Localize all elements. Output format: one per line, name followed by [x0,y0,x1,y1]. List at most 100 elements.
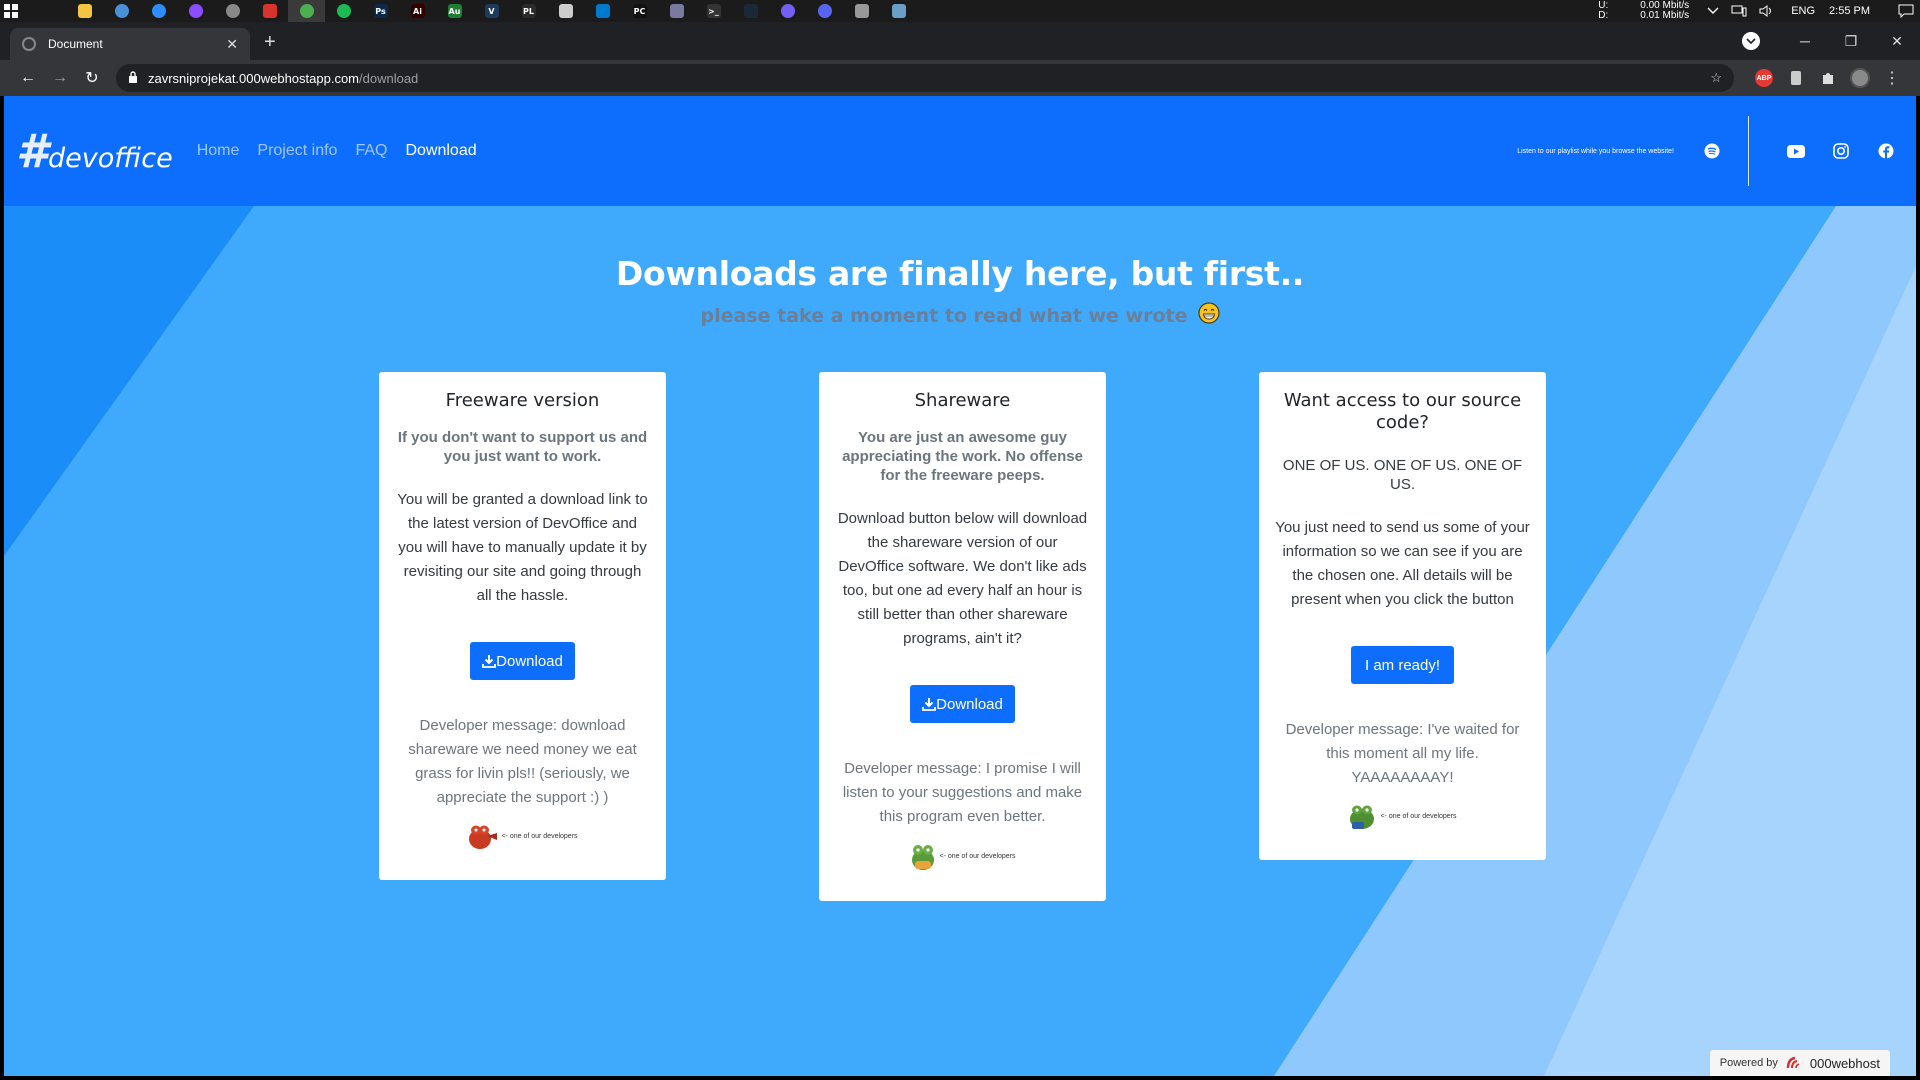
sad-frog-developer-image [1350,805,1375,829]
card-title: Shareware [914,390,1011,411]
powered-by-badge[interactable]: Powered by 000webhost [1709,1050,1890,1076]
app-cursor-taskbar-icon[interactable] [547,0,584,22]
network-speed: U: D: 0.00 Mbit/s 0.01 Mbit/s [1598,1,1689,21]
app-bar-taskbar-icon[interactable] [658,0,695,22]
card-title: Freeware version [445,390,600,411]
freeware-download-button[interactable]: Download [470,642,575,680]
terminal-icon: >_ [706,4,721,18]
address-bar[interactable]: zavrsniprojekat.000webhostapp.com/downlo… [116,64,1734,92]
tab-close-icon[interactable]: ✕ [226,36,238,53]
notifications-icon[interactable] [1898,4,1914,18]
system-tray: U: D: 0.00 Mbit/s 0.01 Mbit/s ENG 2:55 PM [1598,0,1920,22]
nav-project-info[interactable]: Project info [257,142,337,160]
url-path: /download [359,70,419,86]
chevron-up-icon[interactable] [1707,7,1719,15]
download-speed: 0.01 Mbit/s [1640,10,1690,21]
chrome-icon [299,4,314,18]
pycharm-taskbar-icon[interactable]: PC [621,0,658,22]
vscode-taskbar-icon[interactable] [584,0,621,22]
tab-search-icon[interactable] [1742,32,1760,50]
developer-image-row: <- one of our developers [835,841,1090,901]
adblock-plus-icon[interactable]: ABP [1748,69,1780,87]
card-lead: You are just an awesome guy appreciating… [842,429,1083,484]
app-cursor-icon [558,4,573,18]
app-blue-circle-taskbar-icon[interactable] [103,0,140,22]
viber-taskbar-icon[interactable] [769,0,806,22]
app-green-icon: Au [447,4,462,18]
close-window-icon[interactable]: ✕ [1874,33,1920,50]
facebook-icon[interactable] [1870,135,1902,167]
spotify-icon[interactable] [1696,135,1728,167]
vscode-icon [595,4,610,18]
bookmark-star-icon[interactable]: ☆ [1710,70,1722,86]
illustrator-taskbar-icon[interactable]: Ai [399,0,436,22]
zoom-icon [151,4,166,18]
app-green-taskbar-icon[interactable]: Au [436,0,473,22]
taskbar-apps: Ps Ai Au V PL PC >_ [66,0,917,22]
nav-faq[interactable]: FAQ [355,142,387,160]
spotify-taskbar-icon[interactable] [325,0,362,22]
restore-icon[interactable]: ❐ [1828,33,1874,50]
navbar-divider [1748,116,1749,186]
illustrator-icon: Ai [410,4,425,18]
minimize-icon[interactable]: ─ [1782,33,1828,49]
card-title: Want access to our source code? [1283,390,1522,433]
clock[interactable]: 2:55 PM [1829,5,1870,17]
browser-tab[interactable]: Document ✕ [10,28,250,60]
app-game-taskbar-icon[interactable] [843,0,880,22]
chrome-taskbar-icon[interactable] [288,0,325,22]
steam-taskbar-icon[interactable] [732,0,769,22]
forward-icon[interactable]: → [44,64,76,92]
webhost-brand: 000webhost [1809,1055,1880,1071]
developer-caption: <- one of our developers [939,852,1016,860]
browser-toolbar: ← → ↻ zavrsniprojekat.000webhostapp.com /… [0,60,1920,96]
web-page: # devoffice Home Project info FAQ Downloa… [4,96,1916,1076]
shareware-download-button[interactable]: Download [910,685,1015,723]
app-v-taskbar-icon[interactable]: V [473,0,510,22]
nav-download[interactable]: Download [405,142,476,160]
developer-message: Developer message: I've waited for this … [1285,721,1520,786]
developer-caption: <- one of our developers [1380,812,1457,820]
extensions-puzzle-icon[interactable] [1812,70,1844,86]
lock-icon[interactable] [128,70,138,86]
app-plj-taskbar-icon[interactable]: PL [510,0,547,22]
more-menu-icon[interactable]: ⋮ [1876,68,1908,88]
terminal-taskbar-icon[interactable]: >_ [695,0,732,22]
app-gray-taskbar-icon[interactable] [214,0,251,22]
site-navbar: # devoffice Home Project info FAQ Downloa… [4,96,1916,206]
profile-avatar[interactable] [1844,68,1876,88]
app-blue-circle-icon [114,4,129,18]
new-tab-icon[interactable]: + [264,31,276,54]
language-indicator[interactable]: ENG [1791,5,1815,17]
network-icon[interactable] [1731,5,1747,17]
app-red-taskbar-icon[interactable] [251,0,288,22]
tab-title: Document [48,37,103,51]
nav-home[interactable]: Home [197,142,240,160]
volume-icon[interactable] [1759,5,1775,17]
developer-caption: <- one of our developers [501,832,578,840]
zoom-taskbar-icon[interactable] [140,0,177,22]
shareware-card: Shareware You are just an awesome guy ap… [819,372,1106,901]
extension-icon[interactable] [1780,70,1812,86]
app-bar-icon [669,4,684,18]
app-image-taskbar-icon[interactable] [880,0,917,22]
instagram-icon[interactable] [1825,135,1857,167]
photoshop-taskbar-icon[interactable]: Ps [362,0,399,22]
green-frog-developer-image [912,845,935,870]
playlist-text: Listen to our playlist while you browse … [1517,147,1674,155]
messenger-taskbar-icon[interactable] [177,0,214,22]
windows-start-icon[interactable] [0,0,22,22]
steam-icon [743,4,758,18]
back-icon[interactable]: ← [12,64,44,92]
card-body: Download button below will download the … [837,510,1088,647]
developer-image-row: <- one of our developers [1275,802,1530,860]
i-am-ready-button[interactable]: I am ready! [1350,646,1455,684]
youtube-icon[interactable] [1780,135,1812,167]
site-logo[interactable]: # devoffice [16,124,173,178]
app-v-icon: V [484,4,499,18]
photoshop-icon: Ps [373,4,388,18]
reload-icon[interactable]: ↻ [76,64,108,92]
file-explorer-taskbar-icon[interactable] [66,0,103,22]
hero-section: Downloads are finally here, but first.. … [4,254,1916,329]
discord-taskbar-icon[interactable] [806,0,843,22]
